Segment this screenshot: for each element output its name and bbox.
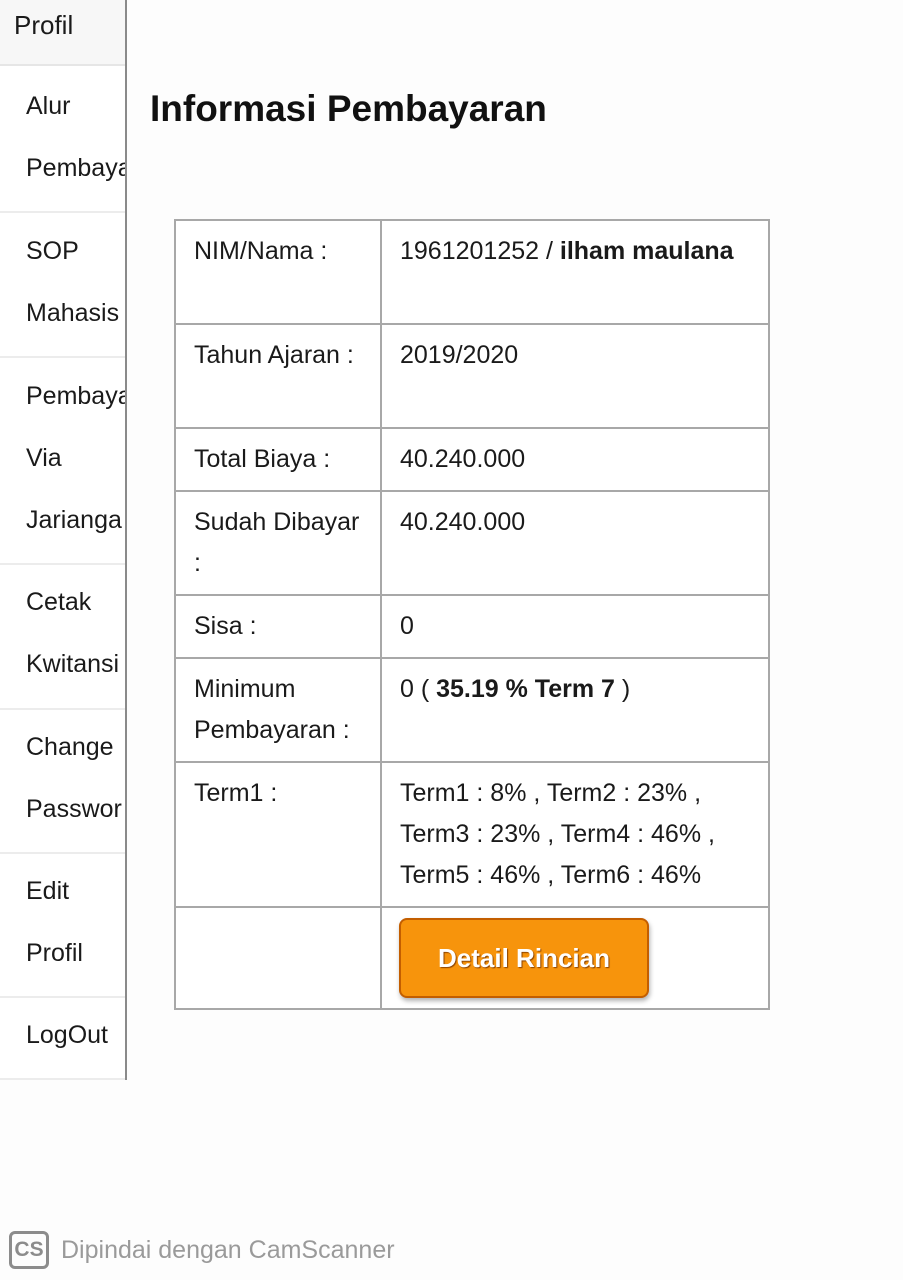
table-row-sisa: Sisa : 0 — [174, 594, 770, 659]
row-value: Term1 : 8% , Term2 : 23% , Term3 : 23% ,… — [380, 761, 770, 908]
row-label: NIM/Nama : — [174, 219, 382, 325]
sidebar-item-alur-pembayaran[interactable]: Alur Pembaya — [0, 68, 125, 213]
table-row-nim-nama: NIM/Nama : 1961201252 / ilham maulana — [174, 219, 770, 325]
minimum-value: 0 ( — [400, 675, 437, 703]
sidebar-item-label: Alur — [26, 92, 71, 120]
student-name: ilham maulana — [559, 237, 734, 265]
sidebar-item-label: Edit — [26, 877, 70, 905]
row-value: 40.240.000 — [380, 427, 770, 492]
sidebar-item-label: LogOut — [26, 1021, 109, 1049]
sidebar-item-label: Jarianga — [26, 506, 122, 534]
watermark-text: Dipindai dengan CamScanner — [61, 1235, 395, 1264]
sidebar-item-change-password[interactable]: Change Passwor — [0, 710, 125, 854]
row-label: Sudah Dibayar : — [174, 490, 382, 596]
row-label: Tahun Ajaran : — [174, 323, 382, 429]
row-label: Minimum Pembayaran : — [174, 657, 382, 763]
row-value: 0 ( 35.19 % Term 7 ) — [380, 657, 770, 763]
row-label: Term1 : — [174, 761, 382, 908]
minimum-term: 35.19 % Term 7 — [436, 675, 615, 703]
sidebar-item-logout[interactable]: LogOut — [0, 998, 125, 1080]
page-title: Informasi Pembayaran — [150, 88, 547, 129]
sidebar-item-label: Mahasis — [26, 299, 120, 327]
sidebar-item-pembayaran-via-jaringan[interactable]: Pembaya Via Jarianga — [0, 358, 125, 565]
sidebar-item-label: Change — [26, 733, 114, 761]
row-value: 40.240.000 — [380, 490, 770, 596]
table-row-minimum-pembayaran: Minimum Pembayaran : 0 ( 35.19 % Term 7 … — [174, 657, 770, 763]
camscanner-logo-icon: CS — [9, 1231, 49, 1269]
table-row-sudah-dibayar: Sudah Dibayar : 40.240.000 — [174, 490, 770, 596]
empty-cell — [174, 906, 382, 1010]
sidebar-item-sop-mahasiswa[interactable]: SOP Mahasis — [0, 213, 125, 358]
nim-value: 1961201252 / — [400, 237, 560, 265]
row-label: Total Biaya : — [174, 427, 382, 492]
row-value: 0 — [380, 594, 770, 659]
table-row-total-biaya: Total Biaya : 40.240.000 — [174, 427, 770, 492]
sidebar-item-label: SOP — [26, 237, 79, 265]
row-value: 1961201252 / ilham maulana — [380, 219, 770, 325]
action-cell: Detail Rincian — [380, 906, 770, 1010]
sidebar-item-label: Passwor — [26, 795, 122, 823]
sidebar-item-label: Pembaya — [26, 382, 127, 410]
payment-info-table: NIM/Nama : 1961201252 / ilham maulana Ta… — [174, 219, 770, 1010]
table-row-tahun-ajaran: Tahun Ajaran : 2019/2020 — [174, 323, 770, 429]
minimum-suffix: ) — [614, 675, 631, 703]
sidebar-item-label: Pembaya — [26, 154, 127, 182]
row-value: 2019/2020 — [380, 323, 770, 429]
sidebar-item-profil-header[interactable]: Profil — [0, 0, 125, 66]
sidebar-item-cetak-kwitansi[interactable]: Cetak Kwitansi — [0, 565, 125, 710]
sidebar-item-label: Profil — [26, 939, 83, 967]
table-row-action: Detail Rincian — [174, 906, 770, 1010]
detail-rincian-button[interactable]: Detail Rincian — [399, 918, 649, 998]
camscanner-watermark: CS Dipindai dengan CamScanner — [9, 1227, 395, 1273]
sidebar-item-label: Kwitansi — [26, 650, 120, 678]
row-label: Sisa : — [174, 594, 382, 659]
sidebar-item-edit-profil[interactable]: Edit Profil — [0, 854, 125, 998]
sidebar-item-label: Cetak — [26, 588, 92, 616]
table-row-term: Term1 : Term1 : 8% , Term2 : 23% , Term3… — [174, 761, 770, 908]
sidebar: Profil Alur Pembaya SOP Mahasis Pembaya … — [0, 0, 127, 1080]
sidebar-item-label: Via — [26, 444, 62, 472]
